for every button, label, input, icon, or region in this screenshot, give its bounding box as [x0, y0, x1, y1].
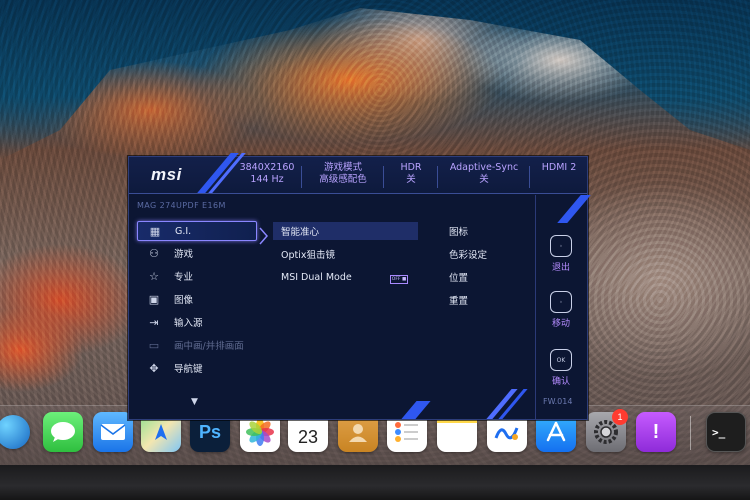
menu-item-input-source[interactable]: ⇥ 输入源 [137, 313, 255, 331]
settings-notification-badge: 1 [612, 409, 628, 425]
terminal-icon[interactable]: >_ [706, 412, 746, 452]
image-icon: ▣ [148, 292, 160, 306]
calendar-day: 23 [297, 426, 319, 447]
header-divider [437, 166, 438, 188]
header-divider [529, 166, 530, 188]
header-divider [301, 166, 302, 188]
menu-item-gaming[interactable]: ⚇ 游戏 [137, 244, 255, 262]
menu-item-gi[interactable]: ▦ G.I. [137, 221, 257, 241]
menu-item-pip: ▭ 画中画/并排画面 [148, 338, 244, 353]
chevron-down-icon[interactable]: ▼ [191, 397, 198, 407]
header-hdr: HDR 关 [400, 162, 422, 185]
feedback-icon[interactable]: ! [636, 412, 676, 452]
monitor-model: MAG 274UPDF E16M [137, 201, 226, 210]
exit-button[interactable]: ◦ 退出 [541, 235, 581, 273]
msi-logo: msi [151, 165, 182, 184]
pip-icon: ▭ [148, 338, 160, 352]
header-divider [383, 166, 384, 188]
move-button[interactable]: ◦ 移动 [541, 291, 581, 329]
monitor-osd-menu: msi 3840X2160 144 Hz 游戏模式 高级感配色 HDR 关 Ad… [128, 153, 591, 420]
dual-mode-off-badge: OFF ■ [390, 275, 408, 284]
submenu-item-smart-crosshair[interactable]: 智能准心 [273, 222, 418, 240]
menu-item-professional[interactable]: ☆ 专业 [137, 267, 255, 285]
mail-icon[interactable] [93, 412, 133, 452]
messages-icon[interactable] [43, 412, 83, 452]
submenu-item-optix-scope[interactable]: Optix狙击镜 [273, 245, 418, 263]
input-source-icon: ⇥ [149, 315, 159, 329]
navigation-key-icon: ✥ [149, 361, 159, 375]
gamepad-icon: ⚇ [149, 246, 159, 260]
menu-item-image[interactable]: ▣ 图像 [137, 290, 255, 308]
option-color-settings[interactable]: 色彩设定 [449, 245, 487, 263]
gi-icon: ▦ [149, 224, 161, 238]
active-item-arrow [259, 227, 268, 245]
option-position[interactable]: 位置 [449, 268, 468, 286]
header-input: HDMI 2 [541, 162, 577, 173]
osd-header: msi 3840X2160 144 Hz 游戏模式 高级感配色 HDR 关 Ad… [129, 153, 587, 194]
monitor-bezel [0, 465, 750, 500]
bottom-accent-stripe [401, 401, 431, 419]
option-icon[interactable]: 图标 [449, 222, 468, 240]
move-button-icon: ◦ [550, 291, 572, 313]
ok-button-icon: OK [550, 349, 572, 371]
header-adaptive-sync: Adaptive-Sync 关 [449, 162, 519, 185]
firmware-version: FW.014 [543, 397, 573, 406]
dock-divider [690, 416, 691, 450]
header-resolution: 3840X2160 144 Hz [239, 162, 295, 185]
header-accent-stripe [197, 153, 239, 193]
ok-button[interactable]: OK 确认 [541, 349, 581, 387]
option-reset[interactable]: 重置 [449, 291, 468, 309]
menu-item-navigation-key[interactable]: ✥ 导航键 [137, 359, 255, 377]
exit-button-icon: ◦ [550, 235, 572, 257]
star-icon: ☆ [149, 269, 159, 283]
header-game-mode: 游戏模式 高级感配色 [319, 162, 367, 185]
